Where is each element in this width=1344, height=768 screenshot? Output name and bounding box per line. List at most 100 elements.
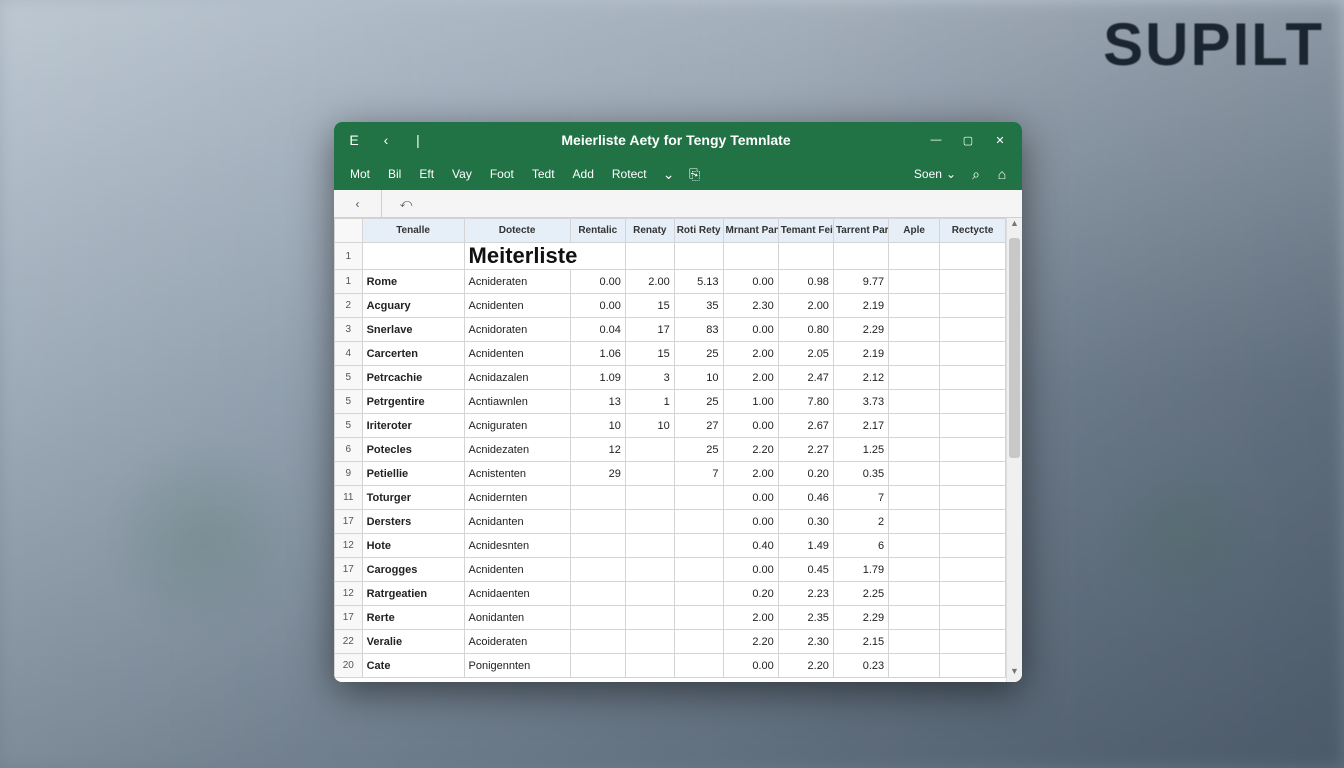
cell-v1[interactable]: 1.06 <box>570 342 625 366</box>
cell-v7[interactable] <box>889 438 940 462</box>
scroll-up-icon[interactable]: ▲ <box>1007 218 1022 234</box>
row-number[interactable]: 2 <box>335 294 363 318</box>
cell-name[interactable]: Carcerten <box>362 342 464 366</box>
cell-v7[interactable] <box>889 510 940 534</box>
cell-v8[interactable] <box>940 582 1006 606</box>
cell-v3[interactable] <box>674 510 723 534</box>
cell-v8[interactable] <box>940 294 1006 318</box>
cell-detect[interactable]: Acnidaenten <box>464 582 570 606</box>
cell-v4[interactable]: 0.00 <box>723 270 778 294</box>
cell-detect[interactable]: Acoideraten <box>464 630 570 654</box>
cell-v3[interactable]: 27 <box>674 414 723 438</box>
cell-v4[interactable]: 0.40 <box>723 534 778 558</box>
cell-name[interactable]: Potecles <box>362 438 464 462</box>
cell-v6[interactable]: 3.73 <box>833 390 888 414</box>
cell-v1[interactable]: 12 <box>570 438 625 462</box>
cell-v1[interactable] <box>570 654 625 678</box>
nav-fwd-icon[interactable]: | <box>404 126 432 154</box>
cell-v1[interactable]: 10 <box>570 414 625 438</box>
cell-v8[interactable] <box>940 630 1006 654</box>
cell-v6[interactable]: 1.79 <box>833 558 888 582</box>
cell-v6[interactable]: 2.19 <box>833 342 888 366</box>
cell-name[interactable]: Petrcachie <box>362 366 464 390</box>
cell-v4[interactable]: 2.00 <box>723 366 778 390</box>
cell-v2[interactable] <box>625 486 674 510</box>
cell-v2[interactable] <box>625 630 674 654</box>
cell-v5[interactable]: 2.20 <box>778 654 833 678</box>
menu-rotect[interactable]: Rotect <box>604 163 655 185</box>
row-number[interactable]: 3 <box>335 318 363 342</box>
cell-v7[interactable] <box>889 486 940 510</box>
cell-v3[interactable] <box>674 534 723 558</box>
cell-detect[interactable]: Acnidenten <box>464 342 570 366</box>
cell-v3[interactable]: 5.13 <box>674 270 723 294</box>
cell-v5[interactable]: 2.00 <box>778 294 833 318</box>
cell-v2[interactable] <box>625 654 674 678</box>
cell-v3[interactable] <box>674 606 723 630</box>
row-number[interactable]: 22 <box>335 630 363 654</box>
cell-v5[interactable]: 7.80 <box>778 390 833 414</box>
col-tenalle[interactable]: Tenalle <box>362 219 464 243</box>
cell-v7[interactable] <box>889 390 940 414</box>
cell-v1[interactable]: 13 <box>570 390 625 414</box>
cell-v6[interactable]: 2.25 <box>833 582 888 606</box>
cell-v7[interactable] <box>889 606 940 630</box>
cell-name[interactable]: Dersters <box>362 510 464 534</box>
row-number[interactable]: 12 <box>335 534 363 558</box>
cell-v3[interactable] <box>674 630 723 654</box>
cell-v5[interactable]: 2.05 <box>778 342 833 366</box>
cell-v7[interactable] <box>889 462 940 486</box>
nav-back-icon[interactable]: ‹ <box>372 126 400 154</box>
cell-v4[interactable]: 2.30 <box>723 294 778 318</box>
cell-v4[interactable]: 0.00 <box>723 414 778 438</box>
cell-v2[interactable] <box>625 558 674 582</box>
cell-v7[interactable] <box>889 366 940 390</box>
cell-v8[interactable] <box>940 654 1006 678</box>
row-number[interactable]: 5 <box>335 390 363 414</box>
cell-detect[interactable]: Acnidezaten <box>464 438 570 462</box>
menu-vay[interactable]: Vay <box>444 163 480 185</box>
cell-v2[interactable]: 15 <box>625 294 674 318</box>
cell-v6[interactable]: 2.17 <box>833 414 888 438</box>
cell-v3[interactable]: 7 <box>674 462 723 486</box>
col-dotecte[interactable]: Dotecte <box>464 219 570 243</box>
row-number[interactable]: 17 <box>335 606 363 630</box>
cell-detect[interactable]: Acniguraten <box>464 414 570 438</box>
cell-v6[interactable]: 7 <box>833 486 888 510</box>
row-number[interactable]: 1 <box>335 270 363 294</box>
search-icon[interactable]: ⌕ <box>964 162 988 186</box>
cell-name[interactable]: Rome <box>362 270 464 294</box>
cell-v2[interactable] <box>625 534 674 558</box>
cell-v1[interactable] <box>570 582 625 606</box>
row-number[interactable]: 6 <box>335 438 363 462</box>
cell-v4[interactable]: 2.00 <box>723 342 778 366</box>
row-number[interactable]: 5 <box>335 414 363 438</box>
cell-detect[interactable]: Acnidanten <box>464 510 570 534</box>
cell-v4[interactable]: 0.00 <box>723 510 778 534</box>
menu-bil[interactable]: Bil <box>380 163 409 185</box>
cell-v8[interactable] <box>940 510 1006 534</box>
spreadsheet-grid[interactable]: 1 Meiterliste Tenalle Dotecte Rentalic R… <box>334 218 1006 682</box>
row-number[interactable]: 17 <box>335 510 363 534</box>
cell-name[interactable]: Cate <box>362 654 464 678</box>
cell-v5[interactable]: 1.49 <box>778 534 833 558</box>
cell-v2[interactable] <box>625 438 674 462</box>
cell-v8[interactable] <box>940 342 1006 366</box>
cell-v8[interactable] <box>940 366 1006 390</box>
cell-name[interactable]: Hote <box>362 534 464 558</box>
vertical-scrollbar[interactable]: ▲ ▼ <box>1006 218 1022 682</box>
cell-v3[interactable]: 25 <box>674 390 723 414</box>
cell-v4[interactable]: 2.00 <box>723 462 778 486</box>
cell-v5[interactable]: 0.80 <box>778 318 833 342</box>
menu-eft[interactable]: Eft <box>411 163 442 185</box>
cell-v1[interactable] <box>570 606 625 630</box>
cell-v4[interactable]: 2.20 <box>723 630 778 654</box>
cell-v5[interactable]: 2.35 <box>778 606 833 630</box>
cell-v6[interactable]: 2.29 <box>833 318 888 342</box>
cell-v6[interactable]: 2.29 <box>833 606 888 630</box>
cell-v1[interactable] <box>570 486 625 510</box>
menu-mot[interactable]: Mot <box>342 163 378 185</box>
cell-detect[interactable]: Acnidenten <box>464 294 570 318</box>
cell-v2[interactable]: 15 <box>625 342 674 366</box>
cell-v6[interactable]: 6 <box>833 534 888 558</box>
